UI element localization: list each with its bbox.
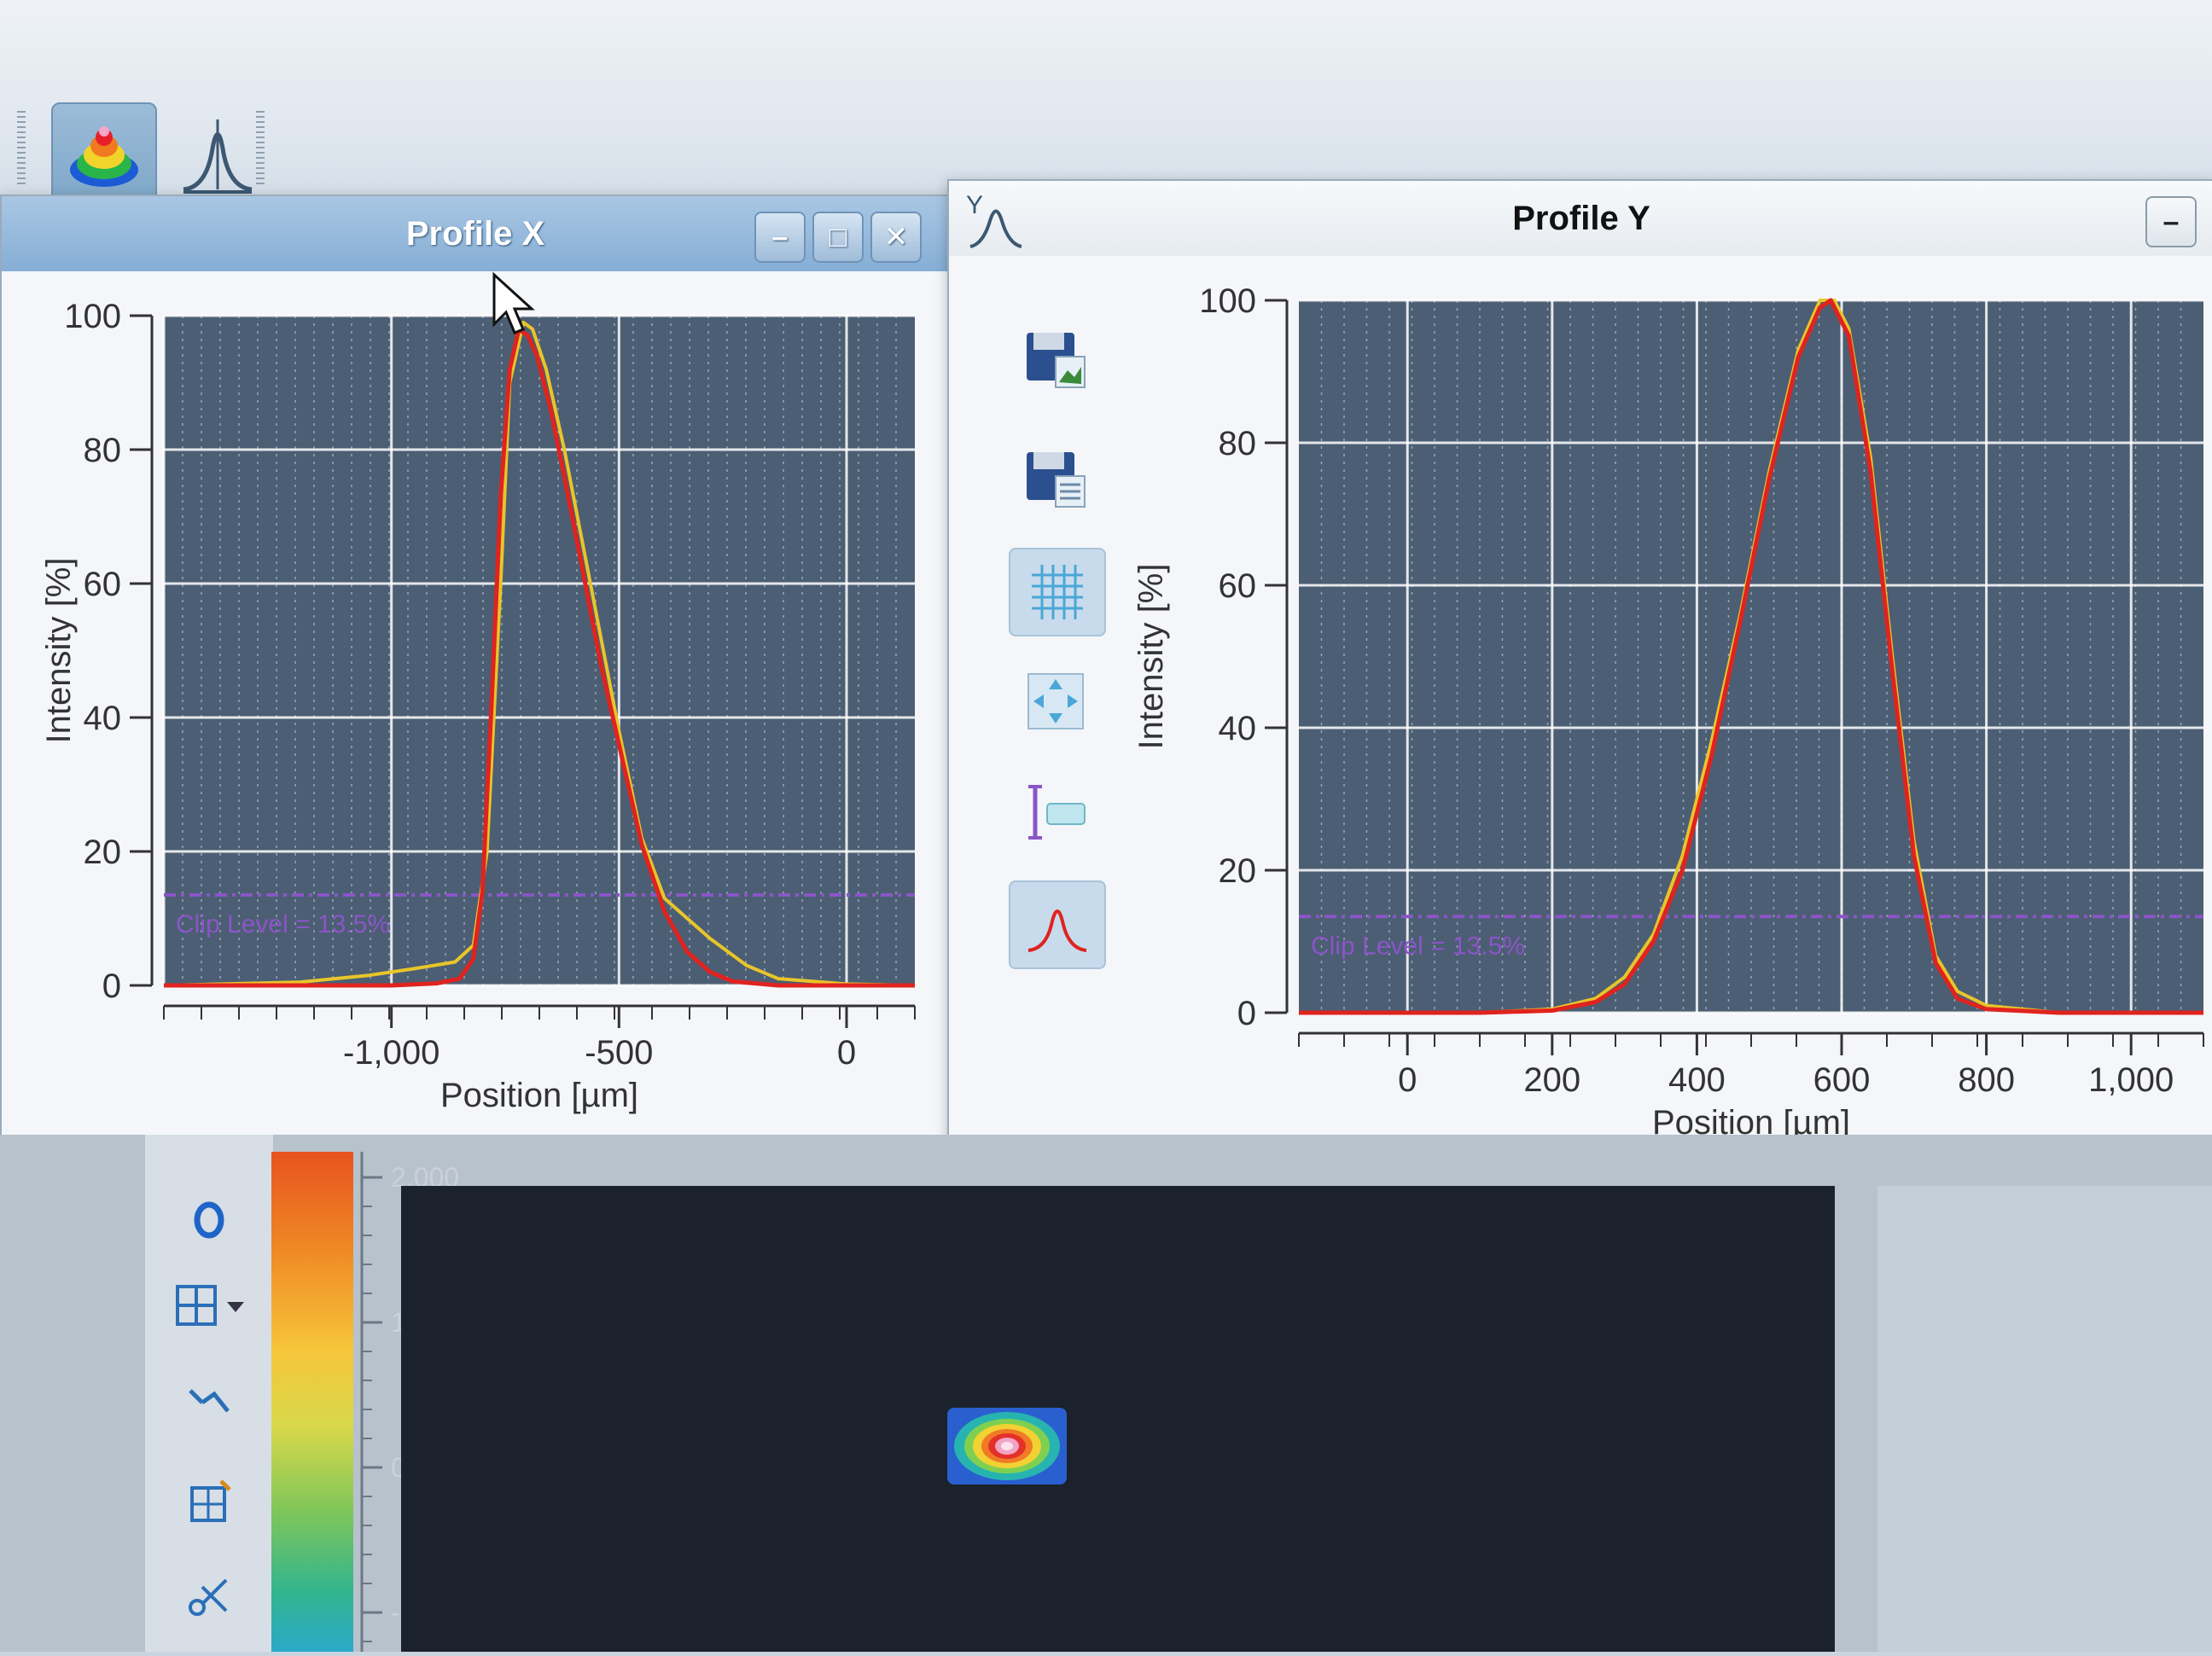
measure-icon[interactable]	[183, 1374, 235, 1425]
x-tick-label: 200	[1523, 1061, 1580, 1099]
x-tick-label: -1,000	[343, 1034, 439, 1072]
x-tick-label: 600	[1813, 1061, 1871, 1099]
y-axis-label: Intensity [%]	[40, 558, 78, 744]
y-tick-label: 60	[84, 566, 122, 603]
table-edit-icon[interactable]	[183, 1476, 235, 1527]
beam-tool-column	[145, 1135, 273, 1652]
clip-level-label: Clip Level = 13.5%	[1311, 932, 1525, 960]
clip-level-label: Clip Level = 13.5%	[176, 910, 390, 938]
app-toolbar	[0, 0, 2212, 208]
y-tick-label: 60	[1219, 567, 1257, 605]
y-tick-label: 80	[1219, 425, 1257, 462]
profile-icon	[183, 119, 253, 194]
beam-image-canvas[interactable]	[401, 1186, 1835, 1652]
y-tick-label: 40	[1219, 710, 1257, 747]
y-tick-label: 20	[84, 834, 122, 871]
profile-y-window: Y Profile Y – 0 20 40 60 80 100 0 200 40…	[947, 179, 2212, 1181]
ellipse-icon[interactable]	[183, 1194, 235, 1246]
toolbar-grip[interactable]	[17, 111, 26, 188]
beam-spot	[947, 1408, 1067, 1485]
y-tick-label: 40	[84, 700, 122, 737]
toolbar-grip[interactable]	[256, 111, 265, 188]
profile-x-window: Profile X – □ ✕ 0 20 40 60 80 100 -1,000 -500 0 P…	[0, 195, 951, 1136]
profile-y-chart: 0204060801000 200 400 600 800 1,000Position […	[1132, 282, 2204, 1142]
plot-area	[1299, 300, 2203, 1013]
profile-view-button[interactable]	[166, 102, 269, 205]
y-tick-label: 80	[84, 432, 122, 469]
intensity-colorbar	[271, 1152, 353, 1652]
x-tick-label: 1,000	[2088, 1061, 2174, 1099]
y-tick-label: 100	[64, 298, 121, 335]
x-tick-label: 400	[1668, 1061, 1726, 1099]
y-tick-label: 100	[1199, 282, 1256, 320]
scissors-icon[interactable]	[183, 1570, 235, 1621]
y-tick-label: 0	[102, 967, 121, 1005]
beam-side-panel	[1877, 1186, 2212, 1652]
x-tick-label: -500	[585, 1034, 653, 1072]
x-tick-label: 0	[1398, 1061, 1417, 1099]
profile-x-chart: 0 20 40 60 80 100 -1,000 -500 0 Position [µm] Inte…	[40, 298, 916, 1114]
x-tick-label: 800	[1958, 1061, 2015, 1099]
y-axis-label: Intensity [%]	[1132, 564, 1170, 750]
y-tick-label: 20	[1219, 852, 1257, 890]
x-axis-label: Position [µm]	[440, 1077, 638, 1114]
beam-3d-view-button[interactable]	[51, 102, 157, 208]
beam-3d-icon	[70, 126, 138, 187]
y-tick-label: 0	[1237, 995, 1256, 1032]
beam-view-panel: 2,0001,0000-1,000	[0, 1135, 2212, 1652]
x-tick-label: 0	[837, 1034, 856, 1072]
grid-dropdown-icon[interactable]	[171, 1280, 256, 1331]
mouse-pointer-icon	[492, 271, 535, 334]
